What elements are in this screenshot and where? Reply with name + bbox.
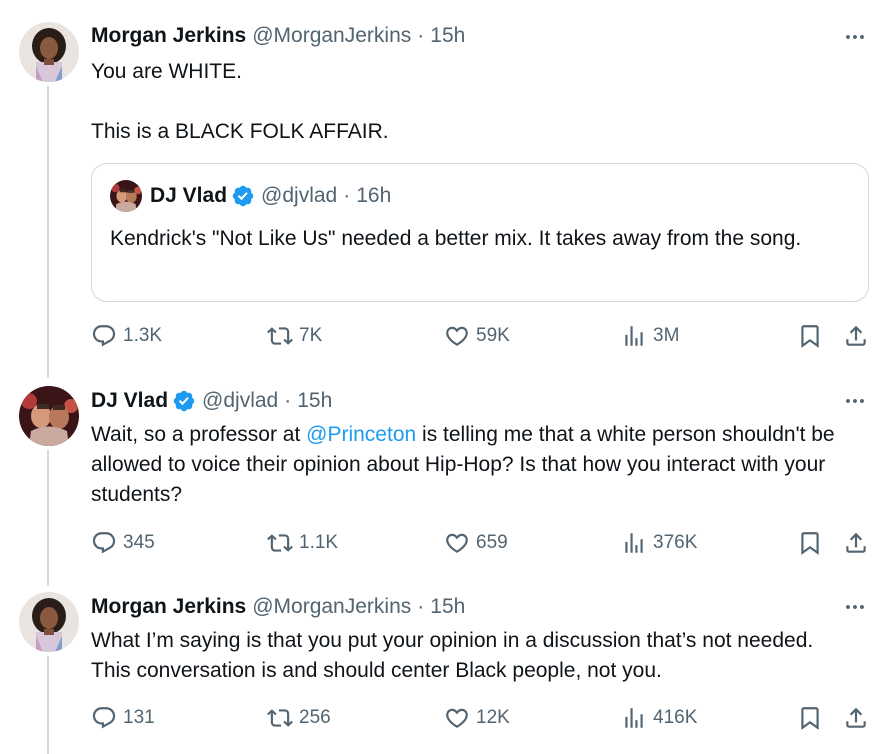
like-count: 59K	[476, 325, 510, 346]
user-handle[interactable]: @MorganJerkins	[252, 595, 411, 619]
repost-icon	[267, 530, 293, 556]
reply-count: 1.3K	[123, 325, 163, 346]
reply-icon	[91, 705, 117, 731]
bookmark-icon	[797, 530, 823, 556]
more-icon[interactable]	[843, 595, 867, 619]
reply-count: 345	[123, 532, 155, 553]
separator-dot: ·	[284, 389, 292, 412]
reply-button[interactable]: 345	[91, 528, 155, 558]
bookmark-icon	[797, 323, 823, 349]
tweet-text: What I’m saying is that you put your opi…	[91, 629, 814, 682]
timestamp[interactable]: 15h	[297, 389, 332, 413]
bookmark-button[interactable]	[797, 703, 823, 733]
quoted-tweet[interactable]: DJ Vlad @djvlad · 16h Kendrick's "Not Li…	[91, 163, 869, 302]
views-button[interactable]: 416K	[621, 703, 697, 733]
repost-count: 1.1K	[299, 532, 339, 553]
action-bar: 1.3K 7K 59K 3M	[91, 321, 871, 351]
views-button[interactable]: 3M	[621, 321, 679, 351]
like-button[interactable]: 12K	[444, 703, 510, 733]
share-icon	[843, 530, 869, 556]
display-name[interactable]: Morgan Jerkins	[91, 595, 246, 619]
share-button[interactable]	[843, 321, 869, 351]
views-button[interactable]: 376K	[621, 528, 697, 558]
heart-icon	[444, 323, 470, 349]
like-button[interactable]: 59K	[444, 321, 510, 351]
heart-icon	[444, 705, 470, 731]
user-handle[interactable]: @djvlad	[202, 389, 278, 413]
more-icon[interactable]	[843, 25, 867, 49]
reply-button[interactable]: 1.3K	[91, 321, 162, 351]
action-bar: 345 1.1K 659 376K	[91, 528, 871, 558]
user-handle: @djvlad	[261, 184, 338, 207]
like-count: 659	[476, 532, 508, 553]
repost-button[interactable]: 7K	[267, 321, 322, 351]
like-button[interactable]: 659	[444, 528, 508, 558]
verified-badge-icon	[231, 184, 255, 208]
quoted-tweet-header: DJ Vlad @djvlad · 16h	[110, 180, 391, 212]
display-name[interactable]: Morgan Jerkins	[91, 24, 246, 48]
action-bar: 131 256 12K 416K	[91, 703, 871, 733]
like-count: 12K	[476, 707, 510, 728]
reply-icon	[91, 530, 117, 556]
tweet[interactable]: DJ Vlad @djvlad · 15h Wait, so a profess…	[0, 372, 887, 578]
share-button[interactable]	[843, 703, 869, 733]
separator-dot: ·	[343, 184, 351, 207]
display-name: DJ Vlad	[150, 184, 228, 207]
reply-button[interactable]: 131	[91, 703, 155, 733]
repost-count: 7K	[299, 325, 323, 346]
view-count: 416K	[653, 707, 698, 728]
repost-button[interactable]: 1.1K	[267, 528, 338, 558]
tweet-text: Wait, so a professor at @Princeton is te…	[91, 420, 876, 510]
reply-icon	[91, 323, 117, 349]
bookmark-icon	[797, 705, 823, 731]
repost-count: 256	[299, 707, 331, 728]
avatar[interactable]	[19, 592, 79, 652]
share-button[interactable]	[843, 528, 869, 558]
views-icon	[621, 530, 647, 556]
tweet-header: Morgan Jerkins @MorganJerkins · 15h	[91, 22, 869, 50]
bookmark-button[interactable]	[797, 528, 823, 558]
tweet[interactable]: Morgan Jerkins @MorganJerkins · 15h You …	[0, 0, 887, 372]
tweet-header: DJ Vlad @djvlad · 15h	[91, 387, 869, 415]
display-name[interactable]: DJ Vlad	[91, 389, 168, 413]
quoted-tweet-text: Kendrick's "Not Like Us" needed a better…	[110, 227, 802, 250]
separator-dot: ·	[417, 595, 425, 618]
user-handle[interactable]: @MorganJerkins	[252, 24, 411, 48]
bookmark-button[interactable]	[797, 321, 823, 351]
tweet-text-part: Wait, so a professor at	[91, 423, 307, 446]
tweet-header: Morgan Jerkins @MorganJerkins · 15h	[91, 593, 869, 621]
share-icon	[843, 323, 869, 349]
more-icon[interactable]	[843, 389, 867, 413]
views-icon	[621, 705, 647, 731]
tweet[interactable]: Morgan Jerkins @MorganJerkins · 15h What…	[0, 578, 887, 754]
views-icon	[621, 323, 647, 349]
repost-button[interactable]: 256	[267, 703, 331, 733]
tweet-text: You are WHITE. This is a BLACK FOLK AFFA…	[91, 57, 851, 147]
timestamp[interactable]: 15h	[430, 595, 465, 619]
repost-icon	[267, 705, 293, 731]
timestamp[interactable]: 15h	[430, 24, 465, 48]
mention-link[interactable]: @Princeton	[306, 423, 416, 446]
tweet-text-line: You are WHITE.	[91, 60, 242, 83]
heart-icon	[444, 530, 470, 556]
reply-count: 131	[123, 707, 155, 728]
timestamp: 16h	[356, 184, 392, 207]
view-count: 3M	[653, 325, 680, 346]
repost-icon	[267, 323, 293, 349]
avatar[interactable]	[19, 386, 79, 446]
avatar[interactable]	[19, 22, 79, 82]
separator-dot: ·	[417, 24, 425, 47]
share-icon	[843, 705, 869, 731]
avatar	[110, 180, 142, 212]
view-count: 376K	[653, 532, 698, 553]
verified-badge-icon	[172, 389, 196, 413]
tweet-text-line: This is a BLACK FOLK AFFAIR.	[91, 120, 389, 143]
